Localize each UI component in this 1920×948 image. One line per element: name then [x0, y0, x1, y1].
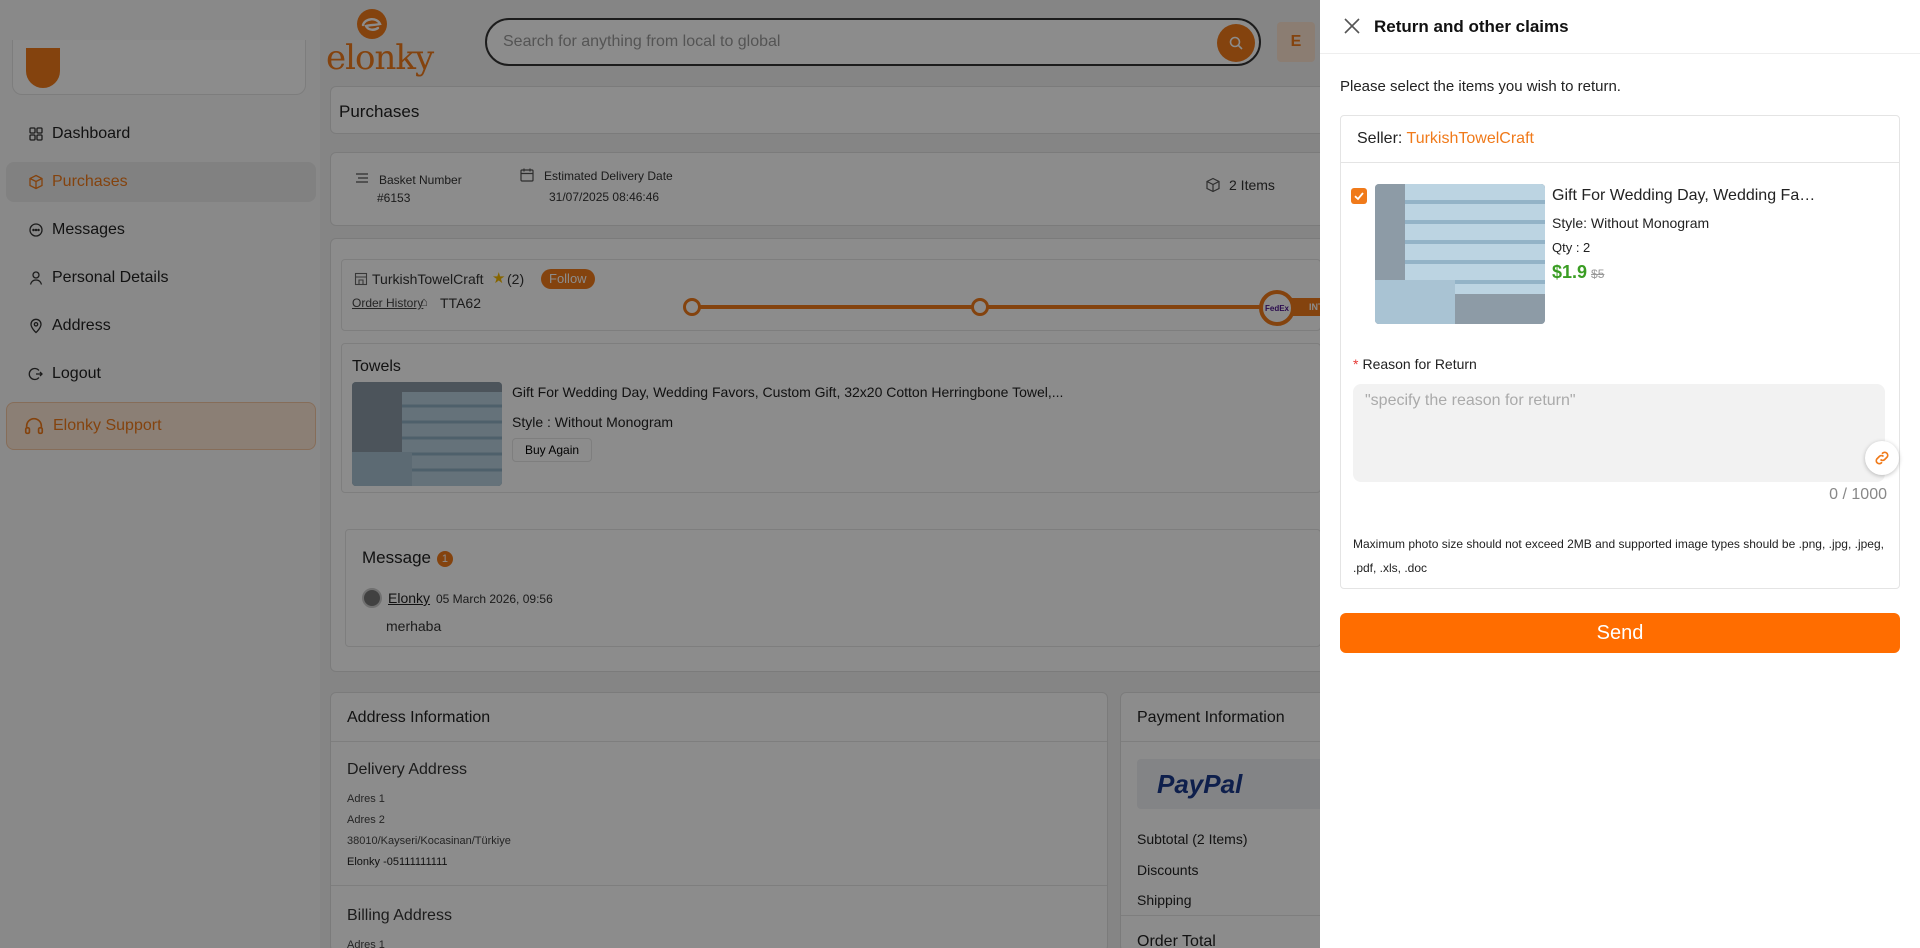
required-marker: * — [1353, 356, 1359, 372]
upload-note: Maximum photo size should not exceed 2MB… — [1353, 537, 1884, 575]
attach-file-button[interactable] — [1865, 441, 1899, 475]
seller-label: Seller: — [1357, 130, 1403, 147]
claim-item-style: Style: Without Monogram — [1552, 215, 1710, 231]
drawer-title: Return and other claims — [1374, 17, 1569, 36]
claim-item-name: Gift For Wedding Day, Wedding Favors, Cu… — [1552, 187, 1822, 204]
char-counter: 0 / 1000 — [1829, 486, 1887, 503]
claim-item-image — [1375, 184, 1545, 324]
drawer-header: Return and other claims — [1320, 0, 1920, 54]
close-icon — [1344, 18, 1360, 34]
claim-box: Seller: TurkishTowelCraft Gift For Weddi… — [1340, 115, 1900, 589]
return-claims-drawer: Return and other claims Please select th… — [1320, 0, 1920, 948]
reason-textarea[interactable] — [1353, 384, 1885, 482]
item-checkbox[interactable] — [1351, 188, 1367, 204]
reason-label: * Reason for Return — [1353, 356, 1477, 372]
claim-seller-header: Seller: TurkishTowelCraft — [1341, 116, 1899, 163]
drawer-instruction: Please select the items you wish to retu… — [1340, 78, 1621, 95]
close-button[interactable] — [1342, 16, 1362, 36]
claim-item-price-value: $1.9 — [1552, 262, 1588, 282]
towel-image — [1375, 184, 1545, 324]
claim-seller-name[interactable]: TurkishTowelCraft — [1407, 130, 1534, 147]
reason-label-text: Reason for Return — [1362, 356, 1477, 372]
link-icon — [1875, 451, 1889, 465]
claim-item-old-price: $5 — [1591, 267, 1605, 281]
claim-item-price: $1.9 $5 — [1552, 262, 1604, 283]
check-icon — [1354, 192, 1364, 201]
modal-backdrop[interactable] — [0, 0, 1320, 948]
claim-item-qty: Qty : 2 — [1552, 240, 1591, 255]
send-button[interactable]: Send — [1340, 613, 1900, 653]
